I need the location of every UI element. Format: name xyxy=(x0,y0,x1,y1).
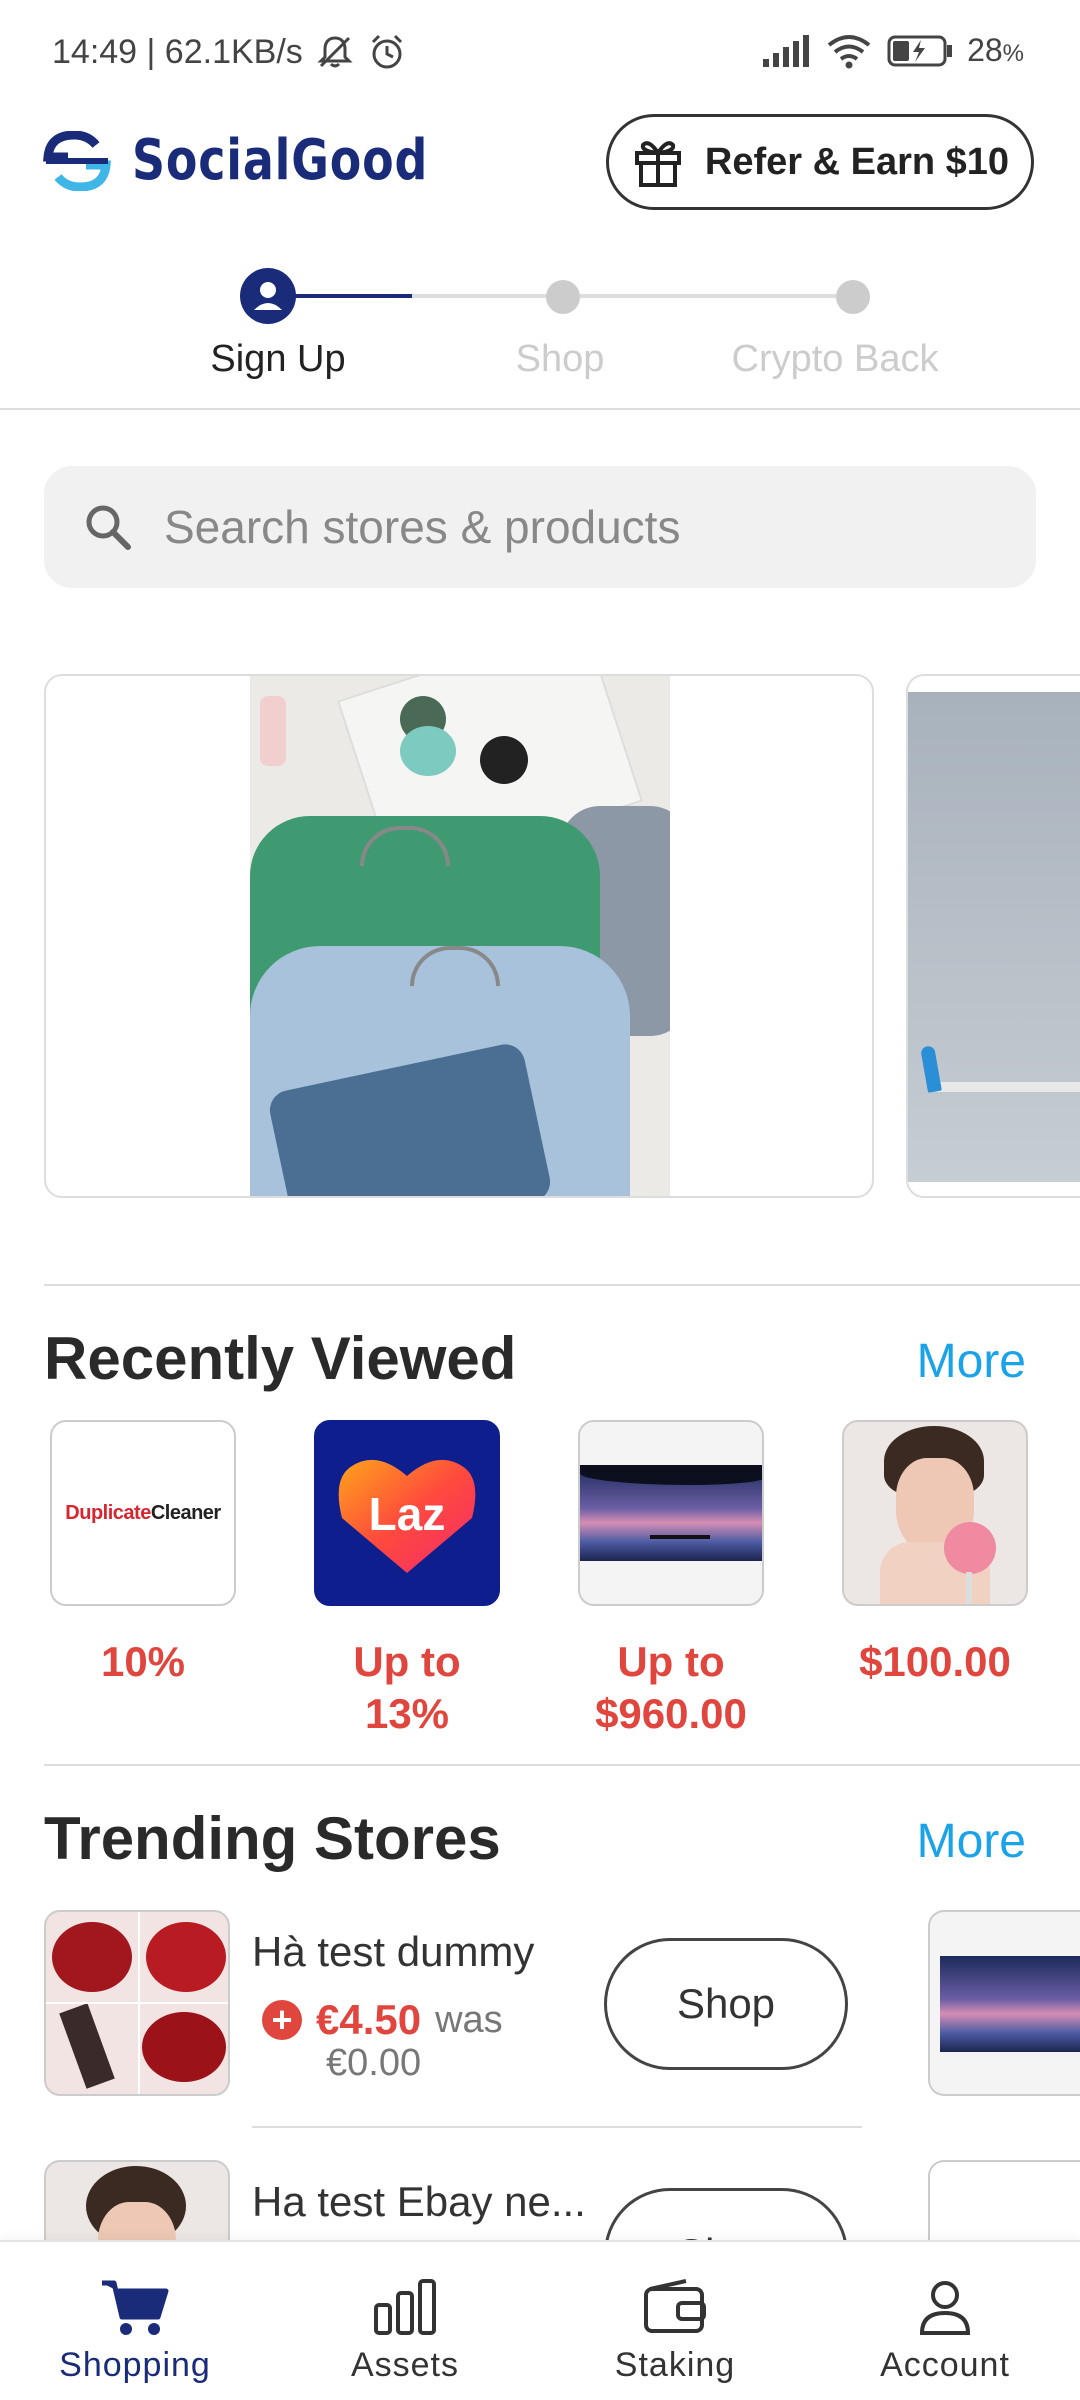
cart-icon xyxy=(95,2272,175,2342)
plus-icon: + xyxy=(262,2000,302,2040)
search-icon xyxy=(86,505,131,550)
recently-viewed-value: Up to $960.00 xyxy=(595,1638,747,1737)
gift-icon xyxy=(634,141,681,187)
recently-viewed-title: Recently Viewed xyxy=(44,1325,517,1392)
search-input[interactable] xyxy=(164,500,1014,554)
section-divider xyxy=(44,1764,1080,1766)
nav-staking[interactable]: Staking xyxy=(540,2242,810,2400)
step-label-crypto-back: Crypto Back xyxy=(731,338,939,380)
clothing-photo xyxy=(250,676,670,1196)
nav-label: Shopping xyxy=(59,2346,211,2384)
trending-store-row[interactable]: Hà test dummy + €4.50 was €0.00 Shop xyxy=(44,1910,1080,2098)
search-bar[interactable] xyxy=(44,466,1036,588)
wifi-icon xyxy=(827,34,871,68)
store-cashback: + €4.50 was xyxy=(262,1996,503,2044)
recently-viewed-value: $100.00 xyxy=(859,1638,1011,1685)
battery-value: 28 xyxy=(967,32,1003,68)
section-divider xyxy=(44,1284,1080,1286)
trending-stores-title: Trending Stores xyxy=(44,1805,501,1872)
step-dot-crypto-back[interactable] xyxy=(836,280,870,314)
store-old-value: €0.00 xyxy=(326,2042,422,2084)
step-label-sign-up: Sign Up xyxy=(210,338,346,380)
duplicatecleaner-logo-text: DuplicateCleaner xyxy=(65,1501,221,1524)
shop-button[interactable]: Shop xyxy=(604,1938,848,2070)
recently-viewed-item[interactable]: Laz Up to 13% xyxy=(314,1420,500,1740)
nav-account[interactable]: Account xyxy=(810,2242,1080,2400)
status-left: 14:49 | 62.1KB/s xyxy=(52,32,407,72)
promo-banner-travel[interactable] xyxy=(906,674,1080,1198)
recently-viewed-value: Up to 13% xyxy=(353,1638,461,1737)
row-divider xyxy=(252,2126,862,2128)
duplicatecleaner-logo: DuplicateCleaner xyxy=(50,1420,236,1606)
nav-label: Assets xyxy=(350,2346,460,2384)
recently-viewed-item[interactable]: Up to $960.00 xyxy=(578,1420,764,1740)
socialgood-logo-icon xyxy=(43,130,111,191)
lazada-logo: Laz xyxy=(314,1420,500,1606)
nav-assets[interactable]: Assets xyxy=(270,2242,540,2400)
status-bar: 14:49 | 62.1KB/s 28% xyxy=(0,0,1080,100)
model-portrait-thumbnail xyxy=(842,1420,1028,1606)
step-line-inactive xyxy=(412,294,852,298)
trending-stores-more-link[interactable]: More xyxy=(917,1814,1026,1869)
lipstick-thumbnail xyxy=(44,1910,230,2096)
battery-level: 28% xyxy=(967,32,1024,69)
lazada-heart-icon: Laz xyxy=(338,1459,476,1573)
wallet-icon xyxy=(635,2272,715,2342)
recently-viewed-more-link[interactable]: More xyxy=(917,1334,1026,1389)
store-was-label: was xyxy=(435,1998,503,2041)
refer-earn-label: Refer & Earn $10 xyxy=(704,140,1010,183)
airplane-photo xyxy=(908,692,1080,1182)
nav-shopping[interactable]: Shopping xyxy=(0,2242,270,2400)
nav-label: Account xyxy=(880,2346,1010,2384)
store-cashback-value: €4.50 xyxy=(316,1996,422,2043)
bar-chart-icon xyxy=(365,2272,445,2342)
step-label-shop: Shop xyxy=(515,338,605,380)
mute-icon xyxy=(317,36,353,68)
store-name: Hà test dummy xyxy=(252,1928,535,1975)
promo-banner-clothing[interactable] xyxy=(44,674,874,1198)
onboarding-stepper: Sign Up Shop Crypto Back xyxy=(0,260,1080,410)
brand-logo[interactable]: SocialGood xyxy=(40,128,493,193)
signal-icon xyxy=(763,34,810,67)
refer-earn-button[interactable]: Refer & Earn $10 xyxy=(606,114,1034,210)
person-icon xyxy=(905,2272,985,2342)
app-header: SocialGood Refer & Earn $10 xyxy=(0,110,1080,220)
next-store-thumbnail[interactable] xyxy=(928,1910,1080,2096)
status-right: 28% xyxy=(761,32,1024,69)
battery-unit: % xyxy=(1002,40,1024,67)
user-icon xyxy=(254,282,282,310)
recently-viewed-value: 10% xyxy=(100,1638,186,1685)
battery-icon xyxy=(887,35,953,66)
bottom-navigation: Shopping Assets Staking Account xyxy=(0,2240,1080,2400)
status-time: 14:49 | 62.1KB/s xyxy=(52,32,303,71)
step-dot-sign-up[interactable] xyxy=(240,268,296,324)
step-dot-shop[interactable] xyxy=(546,280,580,314)
store-name: Ha test Ebay ne... xyxy=(252,2178,586,2225)
lake-sunset-thumbnail xyxy=(578,1420,764,1606)
nav-label: Staking xyxy=(614,2346,736,2384)
recently-viewed-item[interactable]: $100.00 xyxy=(842,1420,1028,1688)
brand-name: SocialGood xyxy=(132,128,429,193)
recently-viewed-item[interactable]: DuplicateCleaner 10% xyxy=(50,1420,236,1688)
lazada-logo-text: Laz xyxy=(369,1488,446,1540)
alarm-icon xyxy=(371,34,402,69)
